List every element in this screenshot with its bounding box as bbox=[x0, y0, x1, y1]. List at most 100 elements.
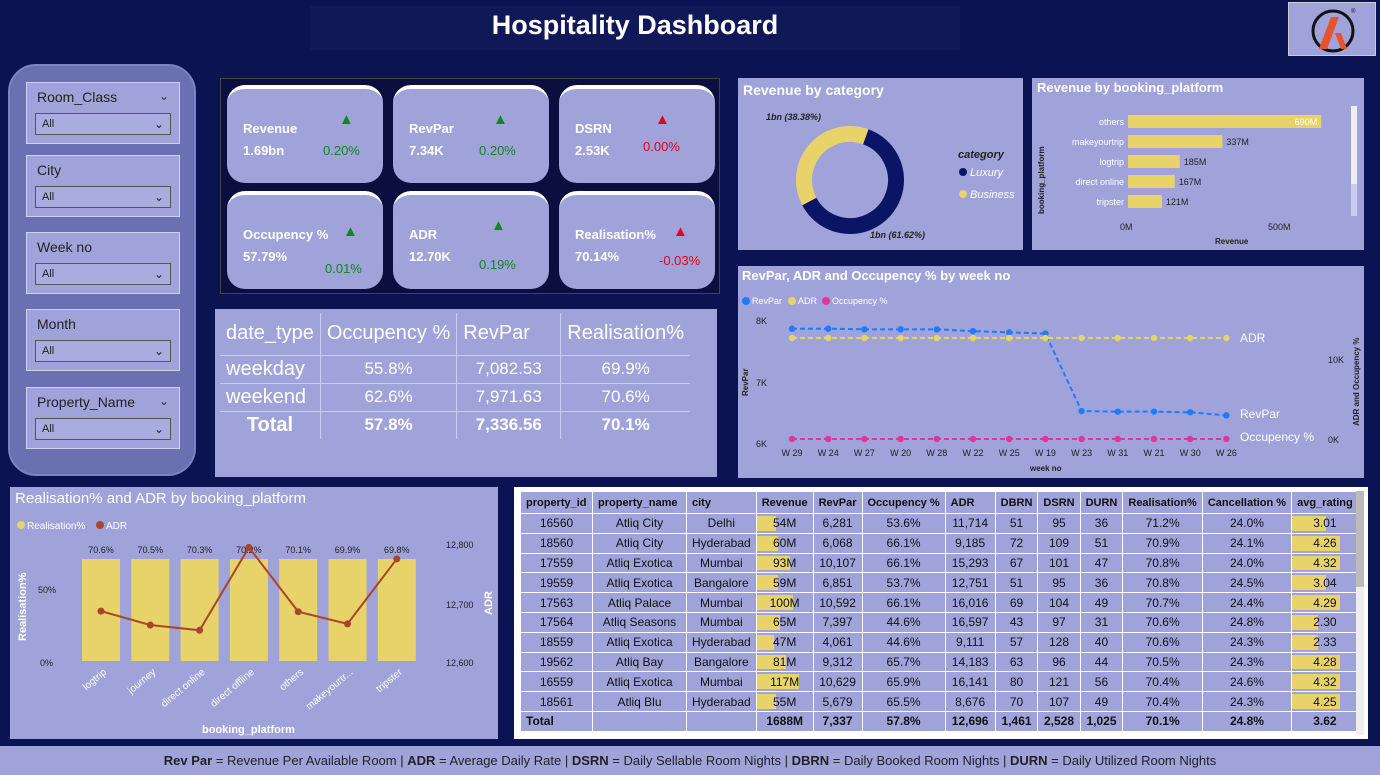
column-header-occupency-[interactable]: Occupency % bbox=[861, 491, 946, 514]
table-row[interactable]: 16559 Atliq Exotica Mumbai 117M 10,629 65.9% 1… bbox=[520, 671, 1359, 693]
bar-realisation[interactable] bbox=[328, 559, 367, 661]
scrollbar[interactable] bbox=[1356, 491, 1364, 735]
table-total-row[interactable]: Total 1688M 7,337 57.8% 12,696 1,461 2,528 1,02… bbox=[520, 710, 1359, 732]
point-revpar[interactable] bbox=[861, 326, 868, 333]
point-adr[interactable] bbox=[196, 626, 204, 634]
column-header-realisation-[interactable]: Realisation% bbox=[1122, 491, 1203, 514]
column-header-dsrn[interactable]: DSRN bbox=[1037, 491, 1081, 514]
point-occupancy[interactable] bbox=[897, 435, 904, 443]
point-occupancy[interactable] bbox=[825, 435, 832, 443]
column-header[interactable]: Realisation% bbox=[561, 313, 690, 355]
table-row[interactable]: 16560 Atliq City Delhi 54M 6,281 53.6% 11,714 5… bbox=[520, 513, 1359, 534]
point-revpar[interactable] bbox=[933, 326, 940, 333]
slicer-dropdown[interactable]: All ⌄ bbox=[35, 340, 171, 362]
table-row[interactable]: 17563 Atliq Palace Mumbai 100M 10,592 66.1% 16… bbox=[520, 592, 1359, 613]
column-header[interactable]: Occupency % bbox=[320, 313, 458, 355]
bar-direct-online[interactable] bbox=[1128, 175, 1175, 188]
slicer-week-no[interactable]: Week no All ⌄ bbox=[26, 232, 180, 294]
column-header-property-id[interactable]: property_id bbox=[520, 491, 593, 514]
scrollbar-thumb[interactable] bbox=[1356, 491, 1364, 587]
bar-realisation[interactable] bbox=[229, 559, 268, 661]
bar-realisation[interactable] bbox=[377, 559, 416, 661]
point-occupancy[interactable] bbox=[933, 435, 940, 443]
point-occupancy[interactable] bbox=[861, 435, 868, 443]
slicer-room-class[interactable]: Room_Class ⌄ All ⌄ bbox=[26, 82, 180, 144]
column-header-property-name[interactable]: property_name bbox=[592, 491, 687, 514]
scrollbar-thumb[interactable] bbox=[1351, 106, 1357, 184]
point-revpar[interactable] bbox=[825, 325, 832, 332]
bar-others[interactable] bbox=[1128, 115, 1322, 128]
point-occupancy[interactable] bbox=[1223, 435, 1230, 443]
point-adr[interactable] bbox=[1223, 334, 1230, 342]
column-header-revenue[interactable]: Revenue bbox=[755, 491, 814, 514]
point-adr[interactable] bbox=[1078, 334, 1085, 342]
point-revpar[interactable] bbox=[897, 326, 904, 333]
bar-realisation[interactable] bbox=[131, 559, 170, 661]
point-adr[interactable] bbox=[344, 620, 351, 628]
point-occupancy[interactable] bbox=[1150, 435, 1158, 443]
point-occupancy[interactable] bbox=[1006, 435, 1013, 443]
slicer-dropdown[interactable]: All ⌄ bbox=[35, 113, 171, 135]
point-occupancy[interactable] bbox=[969, 435, 977, 443]
point-occupancy[interactable] bbox=[788, 435, 796, 443]
table-row[interactable]: 18559 Atliq Exotica Hyderabad 47M 4,061 44.6%… bbox=[520, 631, 1359, 653]
bar-realisation[interactable] bbox=[180, 559, 219, 661]
slicer-city[interactable]: City All ⌄ bbox=[26, 155, 180, 217]
point-occupancy[interactable] bbox=[1187, 435, 1194, 443]
line-revpar[interactable] bbox=[792, 327, 1227, 417]
table-row[interactable]: 17559 Atliq Exotica Mumbai 93M 10,107 66.1% 15… bbox=[520, 552, 1359, 574]
table-row[interactable]: 19562 Atliq Bay Bangalore 81M 9,312 65.7% 14,1… bbox=[520, 651, 1359, 673]
point-adr[interactable] bbox=[1187, 334, 1194, 342]
point-adr[interactable] bbox=[1006, 334, 1013, 342]
legend-item[interactable]: RevPar bbox=[752, 296, 782, 306]
column-header[interactable]: RevPar bbox=[456, 313, 562, 355]
legend-item[interactable]: Luxury bbox=[970, 167, 1005, 179]
point-adr[interactable] bbox=[1042, 334, 1049, 342]
column-header-durn[interactable]: DURN bbox=[1079, 491, 1124, 514]
point-revpar[interactable] bbox=[1114, 408, 1121, 415]
point-adr[interactable] bbox=[969, 334, 977, 342]
point-revpar[interactable] bbox=[788, 325, 796, 332]
point-adr[interactable] bbox=[861, 334, 868, 342]
point-adr[interactable] bbox=[788, 334, 796, 342]
point-occupancy[interactable] bbox=[1042, 435, 1049, 443]
point-revpar[interactable] bbox=[1078, 407, 1085, 415]
bar-logtrip[interactable] bbox=[1128, 155, 1180, 168]
legend-item[interactable]: ADR bbox=[106, 521, 127, 532]
bar-tripster[interactable] bbox=[1128, 195, 1162, 208]
column-header[interactable]: date_type bbox=[220, 313, 321, 355]
point-adr[interactable] bbox=[933, 334, 940, 342]
point-adr[interactable] bbox=[245, 543, 253, 551]
point-adr[interactable] bbox=[393, 555, 401, 563]
slicer-month[interactable]: Month All ⌄ bbox=[26, 309, 180, 371]
point-adr[interactable] bbox=[1150, 334, 1158, 342]
table-row[interactable]: 18560 Atliq City Hyderabad 60M 6,068 66.1% 9,1… bbox=[520, 532, 1359, 554]
legend-item[interactable]: Occupency % bbox=[832, 296, 888, 306]
slicer-property-name[interactable]: Property_Name ⌄ All ⌄ bbox=[26, 387, 180, 449]
column-header-avg-rating[interactable]: avg_rating bbox=[1291, 491, 1359, 514]
point-adr[interactable] bbox=[97, 607, 105, 615]
point-revpar[interactable] bbox=[1006, 329, 1013, 336]
point-occupancy[interactable] bbox=[1114, 435, 1121, 443]
bar-makeyourtrip[interactable] bbox=[1128, 135, 1223, 148]
chevron-down-icon[interactable]: ⌄ bbox=[159, 89, 169, 103]
legend-item[interactable]: Business bbox=[970, 189, 1015, 201]
legend-item[interactable]: Realisation% bbox=[27, 521, 85, 532]
point-adr[interactable] bbox=[146, 621, 154, 629]
column-header-dbrn[interactable]: DBRN bbox=[994, 491, 1039, 514]
point-occupancy[interactable] bbox=[1078, 435, 1085, 443]
table-row[interactable]: 19559 Atliq Exotica Bangalore 59M 6,851 53.7%… bbox=[520, 572, 1359, 594]
point-revpar[interactable] bbox=[1223, 412, 1230, 419]
point-adr[interactable] bbox=[825, 334, 832, 342]
table-row[interactable]: 18561 Atliq Blu Hyderabad 55M 5,679 65.5% 8,67… bbox=[520, 691, 1359, 712]
point-adr[interactable] bbox=[294, 608, 302, 616]
column-header-cancellation-[interactable]: Cancellation % bbox=[1201, 491, 1293, 514]
column-header-revpar[interactable]: RevPar bbox=[812, 491, 863, 514]
point-adr[interactable] bbox=[1114, 334, 1121, 342]
column-header-adr[interactable]: ADR bbox=[944, 491, 996, 514]
point-adr[interactable] bbox=[897, 334, 904, 342]
legend-item[interactable]: ADR bbox=[798, 296, 818, 306]
slicer-dropdown[interactable]: All ⌄ bbox=[35, 418, 171, 440]
table-row[interactable]: 17564 Atliq Seasons Mumbai 65M 7,397 44.6% 16,… bbox=[520, 611, 1359, 633]
slicer-dropdown[interactable]: All ⌄ bbox=[35, 186, 171, 208]
